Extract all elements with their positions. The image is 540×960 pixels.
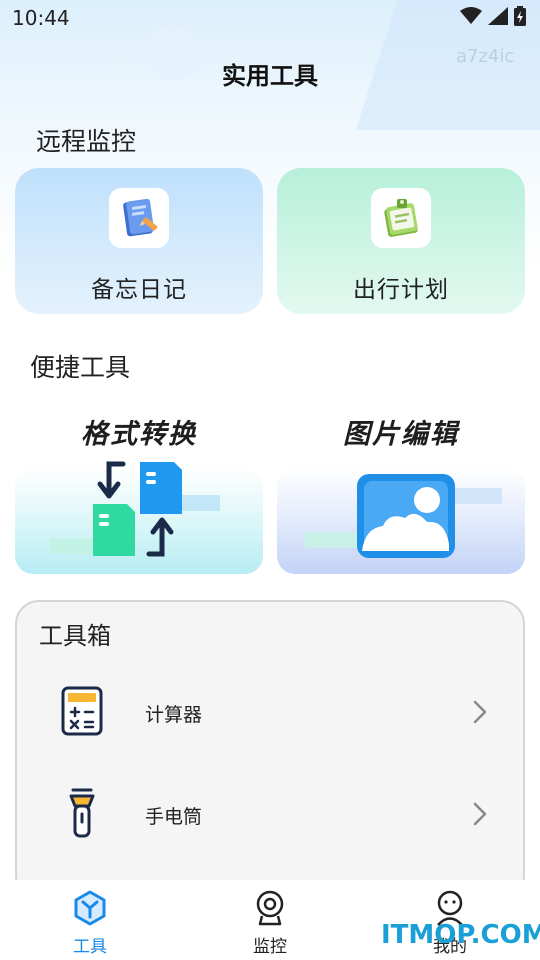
status-time: 10:44 bbox=[12, 6, 70, 30]
toolbox-title: 工具箱 bbox=[39, 622, 111, 650]
format-convert-card[interactable]: 格式转换 bbox=[15, 400, 263, 574]
clipboard-icon bbox=[371, 188, 431, 248]
image-edit-label: 图片编辑 bbox=[343, 419, 459, 450]
flashlight-label: 手电筒 bbox=[145, 806, 203, 828]
webcam-icon bbox=[252, 890, 288, 930]
memo-diary-card[interactable]: 备忘日记 bbox=[15, 168, 263, 314]
travel-plan-label: 出行计划 bbox=[353, 277, 449, 303]
wifi-icon bbox=[460, 7, 482, 29]
image-edit-card[interactable]: 图片编辑 bbox=[277, 400, 525, 574]
flashlight-row[interactable]: 手电筒 bbox=[17, 774, 523, 854]
travel-plan-card[interactable]: 出行计划 bbox=[277, 168, 525, 314]
section-title-quick: 便捷工具 bbox=[30, 353, 131, 382]
calculator-icon bbox=[61, 686, 103, 740]
watermark-logo: ITMOP.COM bbox=[381, 920, 540, 950]
signal-icon bbox=[488, 7, 508, 29]
nav-monitor-label: 监控 bbox=[253, 937, 287, 957]
battery-icon bbox=[514, 6, 526, 30]
file-convert-icon bbox=[15, 452, 263, 568]
calculator-label: 计算器 bbox=[145, 704, 203, 726]
flashlight-icon bbox=[61, 788, 103, 842]
toolbox-panel: 工具箱 计算器 手电筒 bbox=[15, 600, 525, 900]
nav-tools-label: 工具 bbox=[73, 937, 107, 957]
notebook-icon bbox=[109, 188, 169, 248]
chevron-right-icon bbox=[473, 700, 487, 728]
tools-hex-icon bbox=[72, 890, 108, 930]
section-title-remote: 远程监控 bbox=[36, 127, 137, 156]
chevron-right-icon bbox=[473, 802, 487, 830]
image-icon bbox=[277, 452, 525, 568]
status-icons bbox=[460, 6, 526, 30]
nav-monitor[interactable]: 监控 bbox=[180, 880, 360, 960]
nav-tools[interactable]: 工具 bbox=[0, 880, 180, 960]
format-convert-label: 格式转换 bbox=[81, 419, 197, 450]
memo-diary-label: 备忘日记 bbox=[91, 277, 187, 303]
calculator-row[interactable]: 计算器 bbox=[17, 672, 523, 752]
page-title: 实用工具 bbox=[222, 62, 318, 90]
